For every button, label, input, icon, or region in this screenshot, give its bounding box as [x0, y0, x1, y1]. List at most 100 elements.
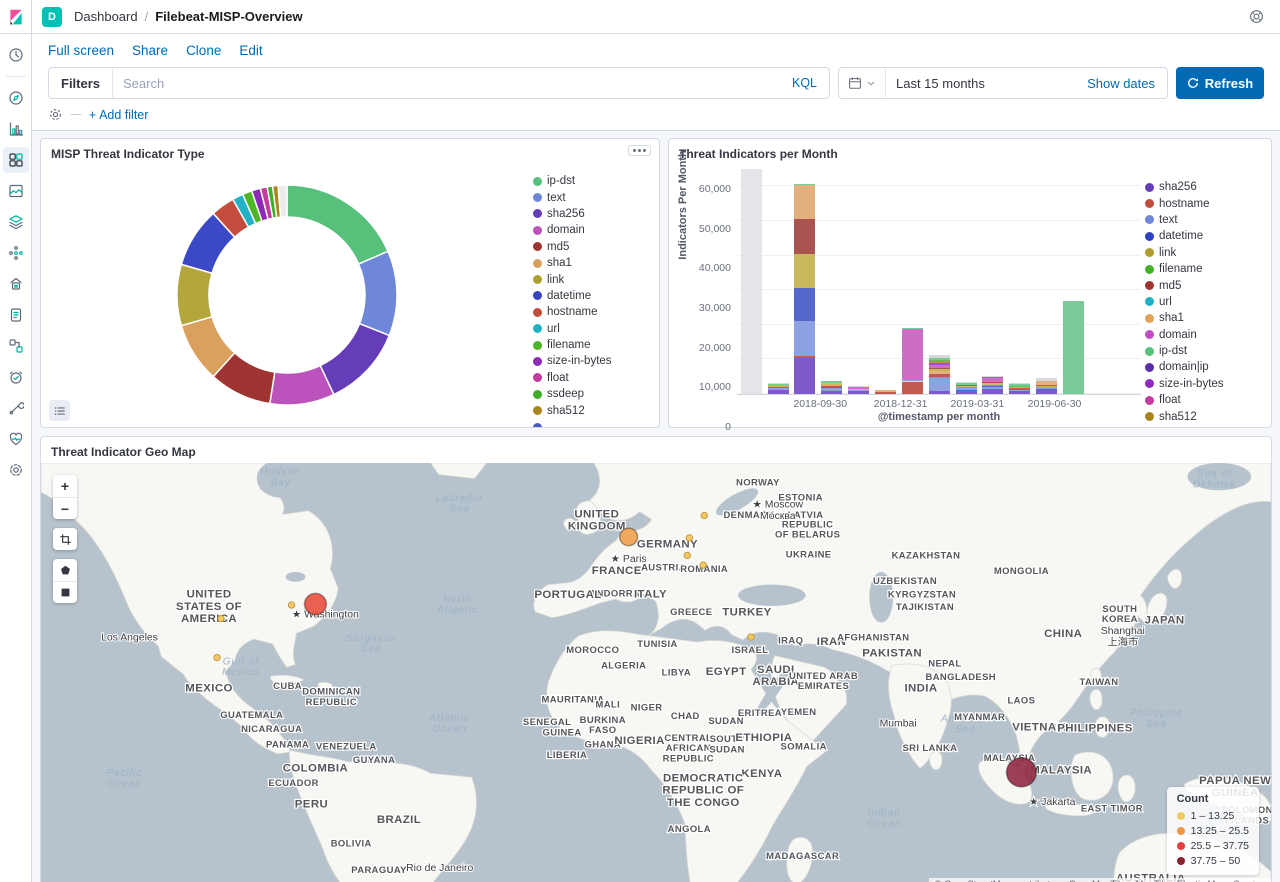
- rectangle-tool-button[interactable]: [53, 581, 77, 603]
- sidebar-item-discover[interactable]: [3, 85, 29, 111]
- legend-item-sha512[interactable]: sha512: [1145, 408, 1263, 424]
- sidebar-item-stack-monitoring[interactable]: [3, 426, 29, 452]
- sidebar-item-metrics[interactable]: [3, 271, 29, 297]
- crop-tool-button[interactable]: [53, 528, 77, 550]
- calendar-button[interactable]: [839, 68, 886, 98]
- sidebar-item-uptime[interactable]: [3, 364, 29, 390]
- bar-chart-plot[interactable]: [737, 169, 1141, 395]
- filters-button[interactable]: Filters: [49, 68, 113, 98]
- legend-item-domain[interactable]: domain: [533, 222, 651, 238]
- sidebar-item-maps[interactable]: [3, 209, 29, 235]
- sidebar-item-recently-viewed[interactable]: [3, 42, 29, 68]
- legend-item-md5[interactable]: md5: [533, 239, 651, 255]
- legend-item-domain[interactable]: domain: [1145, 327, 1263, 343]
- time-range-value[interactable]: Last 15 months: [886, 76, 1075, 91]
- map-canvas[interactable]: HudsonBayLabradorSeaSea ofOkhotskNorthAt…: [41, 463, 1271, 882]
- kql-button[interactable]: KQL: [780, 76, 829, 90]
- bar-4[interactable]: [848, 386, 869, 394]
- map-point-marker[interactable]: [748, 634, 754, 640]
- panel-title[interactable]: Threat Indicator Geo Map: [41, 437, 1271, 461]
- bar-1[interactable]: [768, 383, 789, 394]
- legend-item-link[interactable]: link: [1145, 245, 1263, 261]
- map-marker[interactable]: [305, 593, 327, 614]
- legend-item-url[interactable]: url: [1145, 294, 1263, 310]
- bar-2[interactable]: [794, 184, 815, 394]
- donut-slice-ip-dst[interactable]: [287, 185, 388, 264]
- polygon-tool-button[interactable]: [53, 559, 77, 581]
- bar-5[interactable]: [875, 390, 896, 394]
- legend-item-datetime[interactable]: datetime: [533, 288, 651, 304]
- legend-item-text[interactable]: text: [533, 189, 651, 205]
- legend-item-clipped[interactable]: [1145, 425, 1263, 427]
- legend-item-sha512[interactable]: sha512: [533, 402, 651, 418]
- legend-item-size-in-bytes[interactable]: size-in-bytes: [533, 353, 651, 369]
- sidebar-item-visualize[interactable]: [3, 116, 29, 142]
- legend-item-ip-dst[interactable]: ip-dst: [1145, 343, 1263, 359]
- panel-options-button[interactable]: [628, 145, 651, 156]
- map-point-marker[interactable]: [288, 602, 294, 608]
- sidebar-item-dashboard[interactable]: [3, 147, 29, 173]
- kibana-logo[interactable]: [0, 0, 32, 34]
- legend-item-ssdeep[interactable]: ssdeep: [533, 386, 651, 402]
- legend-toggle-button[interactable]: [49, 400, 70, 421]
- search-input[interactable]: [113, 76, 780, 91]
- donut-slice-text[interactable]: [359, 251, 397, 335]
- map-marker[interactable]: [620, 528, 638, 546]
- donut-chart[interactable]: [41, 163, 533, 427]
- legend-item-hostname[interactable]: hostname: [1145, 195, 1263, 211]
- bar-7[interactable]: [929, 355, 950, 394]
- map-point-marker[interactable]: [700, 562, 706, 568]
- legend-item-md5[interactable]: md5: [1145, 277, 1263, 293]
- legend-item-float[interactable]: float: [1145, 392, 1263, 408]
- map-point-marker[interactable]: [686, 535, 692, 541]
- donut-slice-link[interactable]: [177, 264, 212, 325]
- sidebar-item-machine-learning[interactable]: [3, 240, 29, 266]
- sidebar-item-dev-tools[interactable]: [3, 395, 29, 421]
- legend-item-link[interactable]: link: [533, 271, 651, 287]
- bar-3[interactable]: [821, 381, 842, 395]
- filter-settings-gear-icon[interactable]: [48, 107, 63, 122]
- panel-title[interactable]: Threat Indicators per Month: [669, 139, 1271, 163]
- legend-item-filename[interactable]: filename: [533, 337, 651, 353]
- bar-6[interactable]: [902, 328, 923, 394]
- legend-item-domain|ip[interactable]: domain|ip: [1145, 359, 1263, 375]
- legend-item-datetime[interactable]: datetime: [1145, 228, 1263, 244]
- legend-item-ip-dst[interactable]: ip-dst: [533, 173, 651, 189]
- help-icon[interactable]: [1248, 8, 1266, 26]
- toolbar-link-clone[interactable]: Clone: [186, 43, 221, 58]
- breadcrumb-dashboard-link[interactable]: Dashboard: [74, 9, 138, 24]
- bar-0[interactable]: [741, 169, 762, 394]
- zoom-out-button[interactable]: −: [53, 497, 77, 519]
- sidebar-item-apm[interactable]: [3, 333, 29, 359]
- legend-item-sha1[interactable]: sha1: [1145, 310, 1263, 326]
- legend-item-sha256[interactable]: sha256: [533, 206, 651, 222]
- toolbar-link-edit[interactable]: Edit: [239, 43, 262, 58]
- bar-10[interactable]: [1009, 383, 1030, 394]
- show-dates-link[interactable]: Show dates: [1075, 76, 1167, 91]
- bar-11[interactable]: [1036, 378, 1057, 394]
- legend-item-clipped[interactable]: [533, 419, 651, 427]
- sidebar-item-logs[interactable]: [3, 302, 29, 328]
- panel-title[interactable]: MISP Threat Indicator Type: [41, 139, 659, 163]
- bar-8[interactable]: [956, 382, 977, 394]
- map-point-marker[interactable]: [701, 512, 707, 518]
- legend-item-url[interactable]: url: [533, 321, 651, 337]
- sidebar-item-management[interactable]: [3, 457, 29, 483]
- map-point-marker[interactable]: [214, 654, 220, 660]
- bar-12[interactable]: [1063, 301, 1084, 394]
- legend-item-sha1[interactable]: sha1: [533, 255, 651, 271]
- legend-item-sha256[interactable]: sha256: [1145, 179, 1263, 195]
- map-point-marker[interactable]: [684, 552, 690, 558]
- toolbar-link-share[interactable]: Share: [132, 43, 168, 58]
- sidebar-item-canvas[interactable]: [3, 178, 29, 204]
- add-filter-link[interactable]: + Add filter: [89, 108, 148, 122]
- legend-item-filename[interactable]: filename: [1145, 261, 1263, 277]
- legend-item-hostname[interactable]: hostname: [533, 304, 651, 320]
- legend-item-float[interactable]: float: [533, 370, 651, 386]
- refresh-button[interactable]: Refresh: [1176, 67, 1264, 99]
- legend-item-size-in-bytes[interactable]: size-in-bytes: [1145, 376, 1263, 392]
- bar-9[interactable]: [982, 376, 1003, 394]
- donut-slice-sha256[interactable]: [320, 324, 389, 395]
- zoom-in-button[interactable]: +: [53, 475, 77, 497]
- map-marker[interactable]: [1007, 758, 1037, 787]
